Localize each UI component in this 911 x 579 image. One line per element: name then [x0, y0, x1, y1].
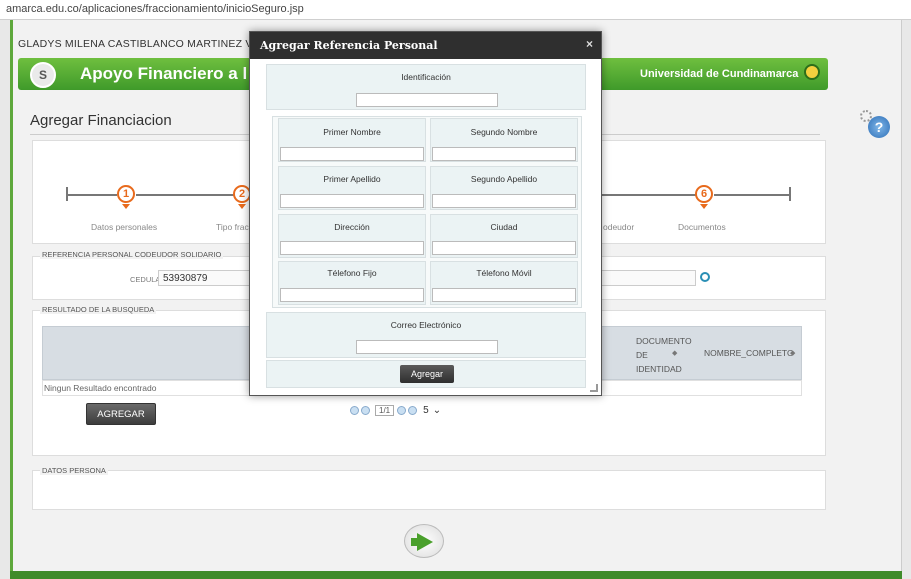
column-header-documento[interactable]: DOCUMENTO DE IDENTIDAD	[636, 334, 692, 376]
persona-panel	[32, 470, 826, 510]
reference-section-title: REFERENCIA PERSONAL CODEUDOR SOLIDARIO	[40, 250, 224, 259]
results-section-title: RESULTADO DE LA BUSQUEDA	[40, 305, 157, 314]
telefono-movil-label: Télefono Móvil	[476, 268, 532, 278]
primer-apellido-label: Primer Apellido	[323, 174, 381, 184]
no-results-message: Ningun Resultado encontrado	[44, 383, 157, 393]
university-name: Universidad de Cundinamarca	[640, 68, 799, 80]
next-step-button[interactable]	[404, 524, 444, 558]
identificacion-input[interactable]	[356, 93, 498, 107]
column-header-line: DE	[636, 350, 648, 360]
direccion-input[interactable]	[280, 241, 424, 255]
pagination: 1/1 5 ⌄	[350, 405, 441, 416]
agregar-button[interactable]: AGREGAR	[86, 403, 156, 425]
taskbar	[10, 571, 902, 579]
step-label-5: odeudor	[603, 222, 635, 232]
correo-input[interactable]	[356, 340, 498, 354]
first-page-icon[interactable]	[350, 406, 359, 415]
segundo-apellido-label: Segundo Apellido	[470, 174, 538, 184]
segundo-nombre-input[interactable]	[432, 147, 576, 161]
step-end-tick	[789, 187, 791, 201]
last-page-icon[interactable]	[408, 406, 418, 415]
telefono-fijo-input[interactable]	[280, 288, 424, 302]
step-circle-1[interactable]: 1	[117, 185, 135, 203]
search-icon[interactable]	[700, 272, 710, 282]
step-caret-icon	[700, 204, 708, 209]
column-header-line: DOCUMENTO	[636, 336, 692, 346]
sort-icon[interactable]: ◆	[672, 349, 677, 357]
cedula-input[interactable]: 53930879	[158, 270, 250, 286]
step-label-1: Datos personales	[91, 222, 158, 232]
app-title: Apoyo Financiero a l	[80, 64, 248, 83]
step-circle-6[interactable]: 6	[695, 185, 713, 203]
step-connector	[600, 194, 696, 196]
column-header-nombre[interactable]: NOMBRE_COMPLETO	[704, 348, 794, 358]
primer-apellido-input[interactable]	[280, 194, 424, 208]
telefono-movil-input[interactable]	[432, 288, 576, 302]
step-connector	[136, 194, 234, 196]
segundo-nombre-label: Segundo Nombre	[470, 127, 538, 137]
primer-nombre-input[interactable]	[280, 147, 424, 161]
arrow-right-icon	[417, 533, 433, 551]
correo-label: Correo Electrónico	[390, 320, 462, 330]
cedula-label: CEDULA	[130, 275, 161, 284]
telefono-fijo-label: Télefono Fijo	[327, 268, 377, 278]
column-header-line: IDENTIDAD	[636, 364, 682, 374]
chevron-down-icon[interactable]: ⌄	[433, 405, 441, 416]
identificacion-label: Identificación	[401, 72, 451, 82]
persona-section-title: DATOS PERSONA	[40, 466, 108, 475]
resize-grip-icon[interactable]	[590, 384, 598, 392]
dialog-header[interactable]: Agregar Referencia Personal ×	[250, 32, 601, 59]
dialog-title: Agregar Referencia Personal	[260, 39, 438, 52]
step-label-6: Documentos	[678, 222, 726, 232]
close-icon[interactable]: ×	[586, 37, 593, 51]
page-indicator: 1/1	[375, 405, 395, 416]
ciudad-input[interactable]	[432, 241, 576, 255]
segundo-apellido-input[interactable]	[432, 194, 576, 208]
user-name: GLADYS MILENA CASTIBLANCO MARTINEZ V.	[18, 38, 255, 50]
agregar-reference-button[interactable]: Agregar	[400, 365, 454, 383]
app-logo-icon: S	[30, 62, 56, 88]
help-icon[interactable]: ?	[868, 116, 890, 138]
add-personal-reference-dialog: Agregar Referencia Personal × Identifica…	[249, 31, 602, 396]
step-connector	[714, 194, 790, 196]
step-caret-icon	[122, 204, 130, 209]
prev-page-icon[interactable]	[361, 406, 370, 415]
ciudad-label: Ciudad	[490, 222, 518, 232]
sort-icon[interactable]: ◆	[790, 349, 795, 357]
address-bar[interactable]: amarca.edu.co/aplicaciones/fraccionamien…	[0, 0, 911, 20]
direccion-label: Dirección	[334, 222, 370, 232]
university-seal-icon	[804, 64, 820, 80]
step-caret-icon	[238, 204, 246, 209]
primer-nombre-label: Primer Nombre	[323, 127, 381, 137]
name-display-field	[600, 270, 696, 286]
step-connector	[67, 194, 117, 196]
page-title: Agregar Financiacion	[30, 112, 172, 129]
next-page-icon[interactable]	[397, 406, 407, 415]
page-size-select[interactable]: 5	[423, 405, 429, 416]
